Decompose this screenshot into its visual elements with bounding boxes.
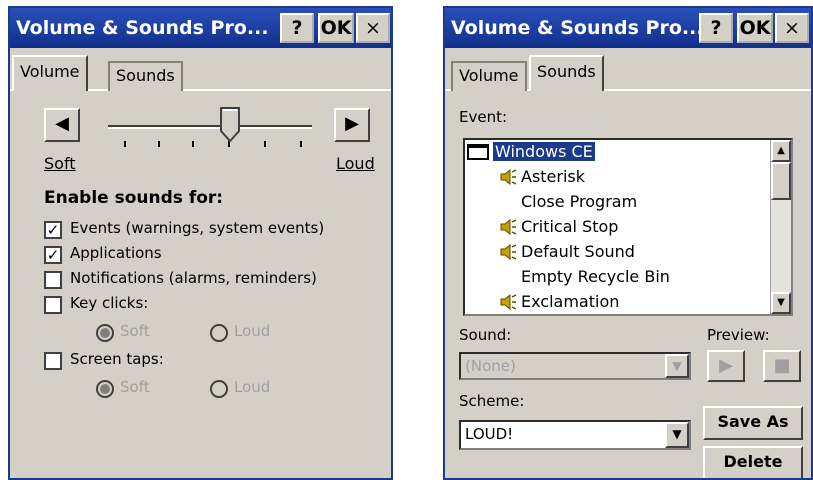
chevron-down-icon: ▼ [665, 422, 689, 448]
sound-value: (None) [465, 357, 516, 375]
list-item-label: Close Program [521, 192, 638, 211]
key-clicks-label[interactable]: Key clicks: [70, 294, 148, 312]
screen-taps-checkbox[interactable] [44, 352, 62, 370]
play-icon: ▶ [719, 355, 733, 376]
slider-track [108, 125, 312, 129]
screen-taps-soft-label: Soft [120, 378, 150, 396]
key-clicks-loud-label: Loud [234, 322, 271, 340]
screen-taps-loud-label: Loud [234, 378, 271, 396]
speaker-icon [500, 244, 517, 260]
scheme-dropdown[interactable]: LOUD! ▼ [459, 420, 691, 450]
slider-tick [192, 141, 194, 147]
enable-sounds-heading: Enable sounds for: [44, 188, 224, 208]
speaker-icon [500, 219, 517, 235]
scheme-value: LOUD! [465, 425, 514, 443]
window-title: Volume & Sounds Pro... [451, 17, 704, 39]
title-bar: Volume & Sounds Pro... ? OK × [445, 8, 811, 48]
preview-label: Preview: [707, 326, 770, 344]
tab-sounds[interactable]: Sounds [108, 61, 183, 91]
key-clicks-soft-label: Soft [120, 322, 150, 340]
list-item-label: Asterisk [521, 167, 586, 186]
stop-icon: ■ [773, 355, 791, 376]
screen-taps-label[interactable]: Screen taps: [70, 350, 164, 368]
volume-slider[interactable] [108, 107, 312, 161]
tab-volume[interactable]: Volume [12, 55, 88, 91]
screen-taps-soft-radio[interactable] [96, 380, 114, 398]
key-clicks-soft-radio[interactable] [96, 324, 114, 342]
sounds-window: Volume & Sounds Pro... ? OK × Volume Sou… [443, 6, 813, 480]
volume-window: Volume & Sounds Pro... ? OK × Volume Sou… [8, 6, 393, 480]
chevron-down-icon: ▼ [665, 354, 689, 378]
key-clicks-checkbox[interactable] [44, 296, 62, 314]
tab-volume[interactable]: Volume [451, 61, 527, 91]
list-item-label: Critical Stop [521, 217, 619, 236]
scheme-label: Scheme: [459, 392, 525, 410]
scroll-thumb[interactable] [771, 162, 791, 200]
ok-button[interactable]: OK [318, 13, 354, 43]
list-item-label: Windows CE [492, 141, 596, 162]
key-clicks-loud-radio[interactable] [210, 324, 228, 342]
event-list-scrollbar[interactable]: ▲ ▼ [770, 140, 791, 314]
arrow-left-icon: ◀ [55, 113, 69, 134]
notifications-checkbox[interactable] [44, 271, 62, 289]
arrow-right-icon: ▶ [345, 113, 359, 134]
event-list[interactable]: Windows CE Asterisk Close Program Critic… [463, 138, 793, 316]
tab-sounds[interactable]: Sounds [529, 55, 604, 91]
list-item-label: Exclamation [521, 292, 620, 311]
help-button[interactable]: ? [280, 13, 314, 43]
events-checkbox[interactable]: ✓ [44, 221, 62, 239]
window-icon [467, 144, 489, 160]
preview-stop-button[interactable]: ■ [763, 350, 801, 382]
screen-taps-loud-radio[interactable] [210, 380, 228, 398]
list-item-label: Empty Recycle Bin [521, 267, 670, 286]
applications-label[interactable]: Applications [70, 244, 162, 262]
scroll-down-button[interactable]: ▼ [771, 292, 791, 314]
volume-down-button[interactable]: ◀ [44, 108, 80, 142]
scroll-up-button[interactable]: ▲ [771, 140, 791, 162]
close-button[interactable]: × [356, 13, 390, 43]
slider-tick [124, 141, 126, 147]
title-bar: Volume & Sounds Pro... ? OK × [10, 8, 391, 48]
notifications-label[interactable]: Notifications (alarms, reminders) [70, 269, 317, 287]
help-button[interactable]: ? [699, 13, 733, 43]
speaker-icon [500, 169, 517, 185]
sound-label: Sound: [459, 326, 512, 344]
event-label: Event: [459, 108, 508, 126]
window-title: Volume & Sounds Pro... [16, 17, 269, 39]
volume-up-button[interactable]: ▶ [334, 108, 370, 142]
sound-dropdown[interactable]: (None) ▼ [459, 352, 691, 380]
loud-label: Loud [336, 154, 375, 173]
close-button[interactable]: × [775, 13, 809, 43]
soft-label: Soft [44, 154, 76, 173]
speaker-icon [500, 294, 517, 310]
events-label[interactable]: Events (warnings, system events) [70, 219, 324, 237]
list-item-label: Default Sound [521, 242, 635, 261]
delete-button[interactable]: Delete [703, 446, 803, 478]
slider-tick [158, 141, 160, 147]
save-as-button[interactable]: Save As [703, 406, 803, 440]
ok-button[interactable]: OK [737, 13, 773, 43]
slider-tick [264, 141, 266, 147]
slider-tick [300, 141, 302, 147]
slider-thumb[interactable] [220, 107, 240, 143]
preview-play-button[interactable]: ▶ [707, 350, 745, 382]
applications-checkbox[interactable]: ✓ [44, 246, 62, 264]
